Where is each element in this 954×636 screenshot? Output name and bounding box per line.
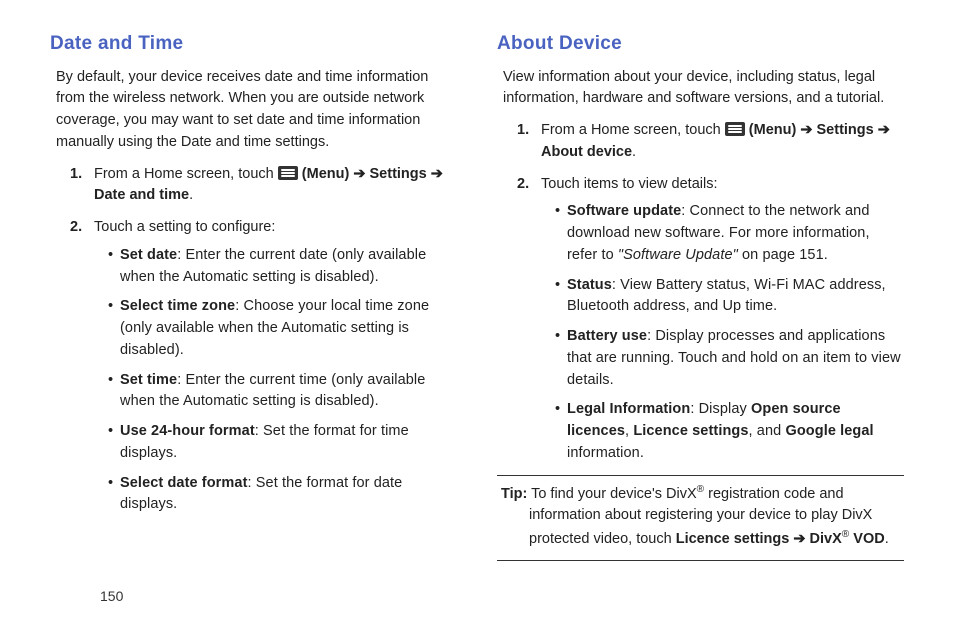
list-item: Select date format: Set the format for d… bbox=[108, 473, 457, 517]
list-item: Legal Information: Display Open source l… bbox=[555, 399, 904, 464]
step-text: From a Home screen, touch bbox=[541, 122, 725, 138]
steps-date-time: 1. From a Home screen, touch (Menu) ➔ Se… bbox=[50, 164, 457, 517]
item-name: Use 24-hour format bbox=[120, 423, 255, 439]
divx-label: DivX bbox=[806, 531, 842, 547]
item-desc: information. bbox=[567, 445, 644, 461]
item-name: Select time zone bbox=[120, 298, 235, 314]
item-name: Select date format bbox=[120, 475, 248, 491]
column-date-and-time: Date and Time By default, your device re… bbox=[50, 30, 457, 540]
steps-about-device: 1. From a Home screen, touch (Menu) ➔ Se… bbox=[497, 120, 904, 465]
settings-label: Settings bbox=[817, 122, 878, 138]
step-num: 2. bbox=[517, 174, 529, 196]
step-text: Touch a setting to configure: bbox=[94, 219, 275, 235]
arrow-icon: ➔ bbox=[878, 122, 890, 138]
licence-settings: Licence settings bbox=[676, 531, 794, 547]
step-text: Touch items to view details: bbox=[541, 176, 718, 192]
about-device-label: About device bbox=[541, 144, 632, 160]
step-num: 2. bbox=[70, 217, 82, 239]
list-item: Status: View Battery status, Wi-Fi MAC a… bbox=[555, 275, 904, 319]
arrow-icon: ➔ bbox=[353, 166, 365, 182]
menu-icon bbox=[278, 166, 298, 180]
item-name: Status bbox=[567, 277, 612, 293]
step-2: 2. Touch items to view details: Software… bbox=[523, 174, 904, 465]
step-num: 1. bbox=[70, 164, 82, 186]
menu-label: (Menu) bbox=[749, 122, 801, 138]
bullets-about-device: Software update: Connect to the network … bbox=[541, 201, 904, 464]
item-name: Software update bbox=[567, 203, 681, 219]
period: . bbox=[189, 187, 193, 203]
step-2: 2. Touch a setting to configure: Set dat… bbox=[76, 217, 457, 516]
date-time-label: Date and time bbox=[94, 187, 189, 203]
arrow-icon: ➔ bbox=[431, 166, 443, 182]
heading-date-time: Date and Time bbox=[50, 30, 457, 59]
list-item: Software update: Connect to the network … bbox=[555, 201, 904, 266]
settings-label: Settings bbox=[370, 166, 431, 182]
list-item: Set time: Enter the current time (only a… bbox=[108, 370, 457, 414]
step-num: 1. bbox=[517, 120, 529, 142]
list-item: Use 24-hour format: Set the format for t… bbox=[108, 421, 457, 465]
period: . bbox=[632, 144, 636, 160]
step-text: From a Home screen, touch bbox=[94, 166, 278, 182]
step-1: 1. From a Home screen, touch (Menu) ➔ Se… bbox=[76, 164, 457, 208]
item-desc: : View Battery status, Wi-Fi MAC address… bbox=[567, 277, 886, 315]
column-about-device: About Device View information about your… bbox=[497, 30, 904, 540]
item-ref: "Software Update" bbox=[618, 247, 738, 263]
intro-about-device: View information about your device, incl… bbox=[503, 67, 904, 111]
registered-icon: ® bbox=[697, 484, 704, 495]
arrow-icon: ➔ bbox=[793, 531, 805, 547]
tip-label: Tip: bbox=[501, 485, 527, 501]
arrow-icon: ➔ bbox=[800, 122, 812, 138]
period: . bbox=[885, 531, 889, 547]
heading-about-device: About Device bbox=[497, 30, 904, 59]
page-number: 150 bbox=[100, 588, 123, 604]
tip-text: To find your device's DivX bbox=[527, 485, 696, 501]
menu-icon bbox=[725, 122, 745, 136]
bullets-date-time: Set date: Enter the current date (only a… bbox=[94, 245, 457, 516]
list-item: Select time zone: Choose your local time… bbox=[108, 296, 457, 361]
list-item: Set date: Enter the current date (only a… bbox=[108, 245, 457, 289]
google-legal: Google legal bbox=[785, 423, 873, 439]
page: Date and Time By default, your device re… bbox=[0, 0, 954, 560]
item-name: Set date bbox=[120, 247, 177, 263]
divider bbox=[497, 560, 904, 561]
item-desc: on page 151. bbox=[738, 247, 828, 263]
item-name: Legal Information bbox=[567, 401, 690, 417]
intro-date-time: By default, your device receives date an… bbox=[56, 67, 457, 154]
divider bbox=[497, 475, 904, 476]
item-desc: , and bbox=[749, 423, 786, 439]
vod-label: VOD bbox=[849, 531, 884, 547]
step-1: 1. From a Home screen, touch (Menu) ➔ Se… bbox=[523, 120, 904, 164]
tip-box: Tip: To find your device's DivX® registr… bbox=[497, 482, 904, 551]
item-name: Set time bbox=[120, 372, 177, 388]
menu-label: (Menu) bbox=[302, 166, 354, 182]
item-name: Battery use bbox=[567, 328, 647, 344]
list-item: Battery use: Display processes and appli… bbox=[555, 326, 904, 391]
item-desc: : Display bbox=[690, 401, 751, 417]
licence-settings: Licence settings bbox=[633, 423, 748, 439]
